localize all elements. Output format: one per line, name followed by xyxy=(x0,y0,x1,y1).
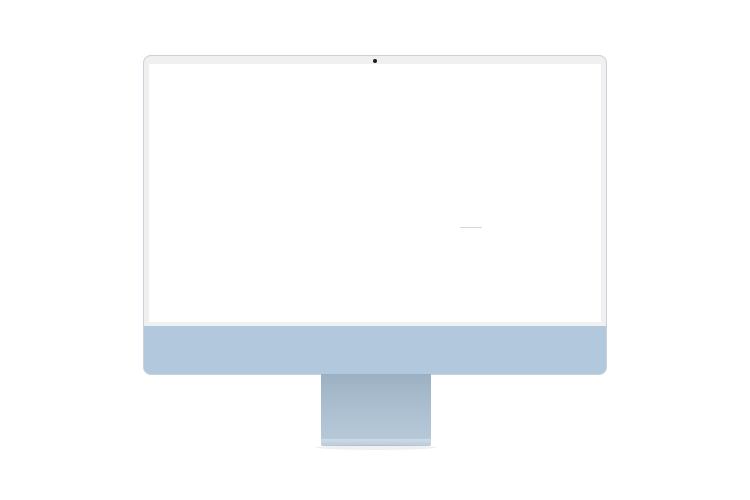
camera-icon xyxy=(373,59,377,63)
page-canvas xyxy=(0,0,750,500)
monitor-bezel xyxy=(144,56,606,327)
monitor-chin xyxy=(144,326,606,374)
stand-shadow xyxy=(316,445,436,450)
monitor-stand xyxy=(321,374,431,440)
monitor-screen xyxy=(149,64,601,322)
monitor-head xyxy=(144,56,606,374)
loading-indicator xyxy=(460,227,482,228)
